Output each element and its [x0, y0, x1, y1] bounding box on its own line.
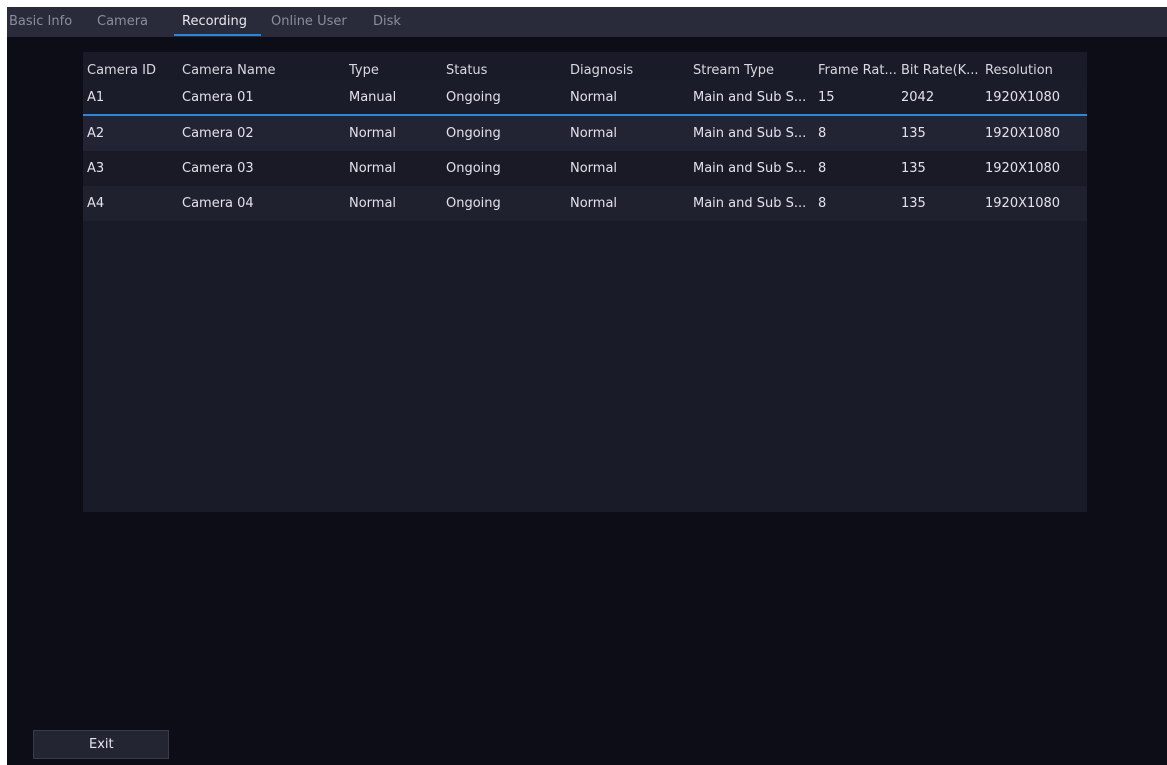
cell-bit-rate: 135: [901, 161, 926, 176]
cell-type: Normal: [349, 196, 397, 211]
cell-stream-type: Main and Sub S...: [693, 196, 807, 211]
exit-button[interactable]: Exit: [33, 730, 169, 759]
cell-stream-type: Main and Sub S...: [693, 90, 807, 105]
recording-table: Camera ID Camera Name Type Status Diagno…: [83, 52, 1087, 512]
cell-bit-rate: 135: [901, 196, 926, 211]
cell-status: Ongoing: [446, 161, 501, 176]
table-header: Camera ID Camera Name Type Status Diagno…: [83, 60, 1087, 83]
cell-resolution: 1920X1080: [985, 161, 1061, 176]
cell-type: Normal: [349, 126, 397, 141]
cell-diagnosis: Normal: [570, 161, 618, 176]
column-header-camera-id[interactable]: Camera ID: [87, 60, 177, 81]
tab-recording[interactable]: Recording: [182, 7, 247, 37]
column-header-camera-name[interactable]: Camera Name: [182, 60, 342, 81]
cell-frame-rate: 8: [818, 126, 827, 141]
column-header-frame-rate[interactable]: Frame Rat...: [818, 60, 898, 81]
tab-bar: Basic Info Camera Recording Online User …: [7, 7, 1167, 37]
cell-type: Manual: [349, 90, 397, 105]
cell-camera-id: A1: [87, 90, 105, 105]
tab-disk[interactable]: Disk: [373, 7, 401, 37]
cell-camera-id: A3: [87, 161, 105, 176]
column-header-diagnosis[interactable]: Diagnosis: [570, 60, 685, 81]
cell-diagnosis: Normal: [570, 90, 618, 105]
cell-diagnosis: Normal: [570, 196, 618, 211]
cell-frame-rate: 15: [818, 90, 835, 105]
cell-bit-rate: 2042: [901, 90, 935, 105]
table-row[interactable]: A2 Camera 02 Normal Ongoing Normal Main …: [83, 116, 1087, 151]
cell-camera-name: Camera 04: [182, 196, 254, 211]
cell-camera-id: A4: [87, 196, 105, 211]
recording-status-screen: Basic Info Camera Recording Online User …: [7, 7, 1167, 765]
cell-status: Ongoing: [446, 90, 501, 105]
cell-camera-name: Camera 01: [182, 90, 254, 105]
table-row[interactable]: A4 Camera 04 Normal Ongoing Normal Main …: [83, 186, 1087, 221]
tab-camera[interactable]: Camera: [97, 7, 148, 37]
column-header-bit-rate[interactable]: Bit Rate(K...: [901, 60, 983, 81]
column-header-resolution[interactable]: Resolution: [985, 60, 1085, 81]
tab-basic-info[interactable]: Basic Info: [9, 7, 72, 37]
column-header-status[interactable]: Status: [446, 60, 561, 81]
cell-stream-type: Main and Sub S...: [693, 126, 807, 141]
cell-frame-rate: 8: [818, 196, 827, 211]
cell-camera-name: Camera 03: [182, 161, 254, 176]
column-header-stream-type[interactable]: Stream Type: [693, 60, 815, 81]
tab-online-user[interactable]: Online User: [271, 7, 347, 37]
column-header-type[interactable]: Type: [349, 60, 439, 81]
cell-stream-type: Main and Sub S...: [693, 161, 807, 176]
cell-resolution: 1920X1080: [985, 90, 1061, 105]
cell-camera-name: Camera 02: [182, 126, 254, 141]
cell-diagnosis: Normal: [570, 126, 618, 141]
table-row[interactable]: A1 Camera 01 Manual Ongoing Normal Main …: [83, 81, 1087, 116]
cell-camera-id: A2: [87, 126, 105, 141]
cell-status: Ongoing: [446, 196, 501, 211]
cell-bit-rate: 135: [901, 126, 926, 141]
cell-resolution: 1920X1080: [985, 126, 1061, 141]
cell-status: Ongoing: [446, 126, 501, 141]
cell-resolution: 1920X1080: [985, 196, 1061, 211]
cell-type: Normal: [349, 161, 397, 176]
cell-frame-rate: 8: [818, 161, 827, 176]
table-row[interactable]: A3 Camera 03 Normal Ongoing Normal Main …: [83, 151, 1087, 186]
active-tab-indicator: [174, 34, 261, 36]
